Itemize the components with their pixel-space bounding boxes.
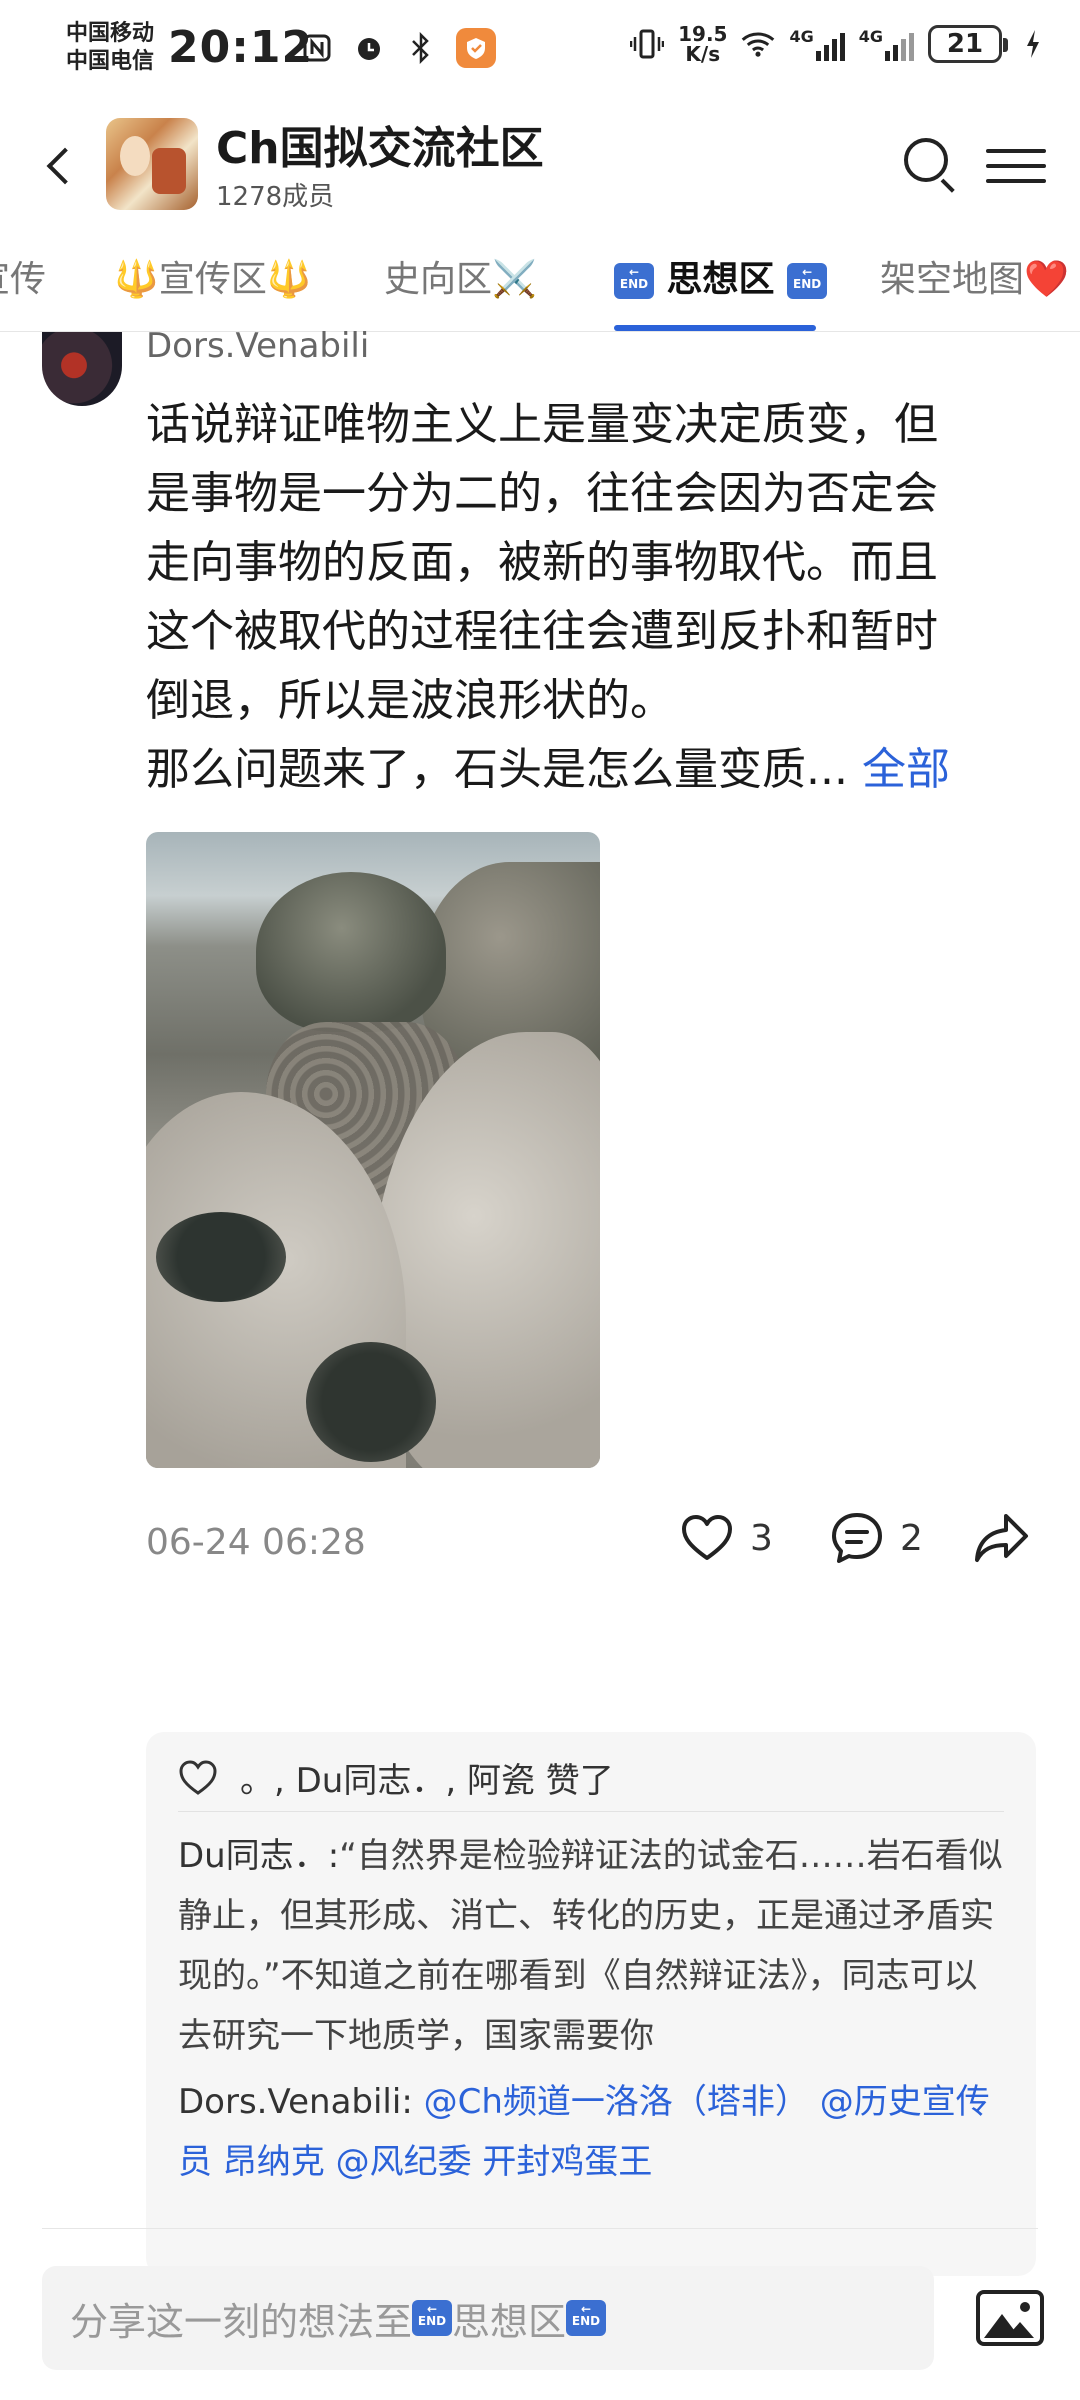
status-icons-left (300, 28, 496, 68)
comment-author[interactable]: Du同志．: (178, 1836, 339, 1876)
post-author[interactable]: Dors.Venabili (146, 326, 369, 366)
post-line: 话说辩证唯物主义上是量变决定质变，但 (146, 399, 938, 450)
comment-author[interactable]: Dors.Venabili: (178, 2082, 413, 2122)
comment-icon (832, 1513, 882, 1563)
post-line: 走向事物的反面，被新的事物取代。而且 (146, 537, 938, 588)
group-member-count: 1278成员 (216, 182, 335, 212)
group-avatar[interactable] (106, 118, 198, 210)
signal-icon (885, 27, 914, 61)
signal-2: 4G (859, 27, 914, 61)
likes-summary[interactable]: 。, Du同志．, 阿瓷 赞了 (178, 1756, 1004, 1812)
heart-icon (179, 1759, 217, 1795)
tab-thought-zone[interactable]: ← END 思想区 ← END (614, 256, 828, 316)
add-image-button[interactable] (976, 2290, 1044, 2346)
vibrate-icon (630, 27, 665, 61)
carrier-2: 中国电信 (66, 49, 155, 74)
alarm-icon (352, 31, 386, 65)
comment-button[interactable]: 2 (830, 1508, 923, 1568)
shield-app-icon (456, 28, 496, 68)
heart-icon (682, 1515, 732, 1560)
compose-input[interactable]: 分享这一刻的想法至 ← END 思想区 ← END (42, 2266, 934, 2370)
back-button[interactable] (30, 136, 90, 196)
post-timestamp: 06-24 06:28 (146, 1522, 366, 1563)
share-icon (975, 1514, 1028, 1562)
status-bar: 中国移动 中国电信 20:12 19.5 K/s 4G 4G 21 (0, 0, 1080, 96)
hamburger-icon (986, 149, 1046, 153)
group-header: Ch国拟交流社区 1278成员 (0, 96, 1080, 236)
comment-count: 2 (900, 1517, 923, 1559)
wifi-icon (741, 27, 775, 61)
network-speed-unit: K/s (685, 42, 721, 66)
tab-promo-partial[interactable]: 宣传 (0, 256, 46, 316)
search-icon (904, 138, 948, 182)
clock: 20:12 (168, 22, 314, 73)
user-avatar[interactable] (42, 332, 122, 406)
status-icons-right: 19.5 K/s 4G 4G 21 (630, 24, 1050, 64)
carrier-1: 中国移动 (66, 21, 155, 46)
like-button[interactable]: 3 (680, 1508, 773, 1568)
channel-tabs: 宣传 🔱宣传区🔱 史向区⚔️ ←END 思想区 ←END 架空地图❤️ (0, 236, 1080, 332)
network-type-1: 4G (789, 27, 814, 46)
share-button[interactable] (974, 1508, 1030, 1568)
post-body[interactable]: 话说辩证唯物主义上是量变决定质变，但 是事物是一分为二的，往往会因为否定会 走向… (146, 390, 1036, 804)
carrier-info: 中国移动 中国电信 (66, 20, 154, 76)
like-count: 3 (750, 1517, 773, 1559)
mention-link[interactable]: @Ch频道一洛洛（塔非） (424, 2082, 809, 2122)
menu-button[interactable] (986, 136, 1046, 196)
post-line: 是事物是一分为二的，往往会因为否定会 (146, 468, 938, 519)
nfc-icon (300, 31, 334, 65)
image-icon (1020, 2302, 1030, 2312)
likes-text: 。, Du同志．, 阿瓷 赞了 (240, 1761, 614, 1801)
comments-panel: 。, Du同志．, 阿瓷 赞了 Du同志．:“自然界是检验辩证法的试金石……岩石… (146, 1732, 1036, 2276)
group-title[interactable]: Ch国拟交流社区 (216, 112, 544, 176)
search-button[interactable] (896, 132, 960, 196)
tab-promo-zone[interactable]: 🔱宣传区🔱 (114, 256, 312, 316)
tab-fictional-maps[interactable]: 架空地图❤️ (880, 256, 1069, 316)
network-speed-value: 19.5 (678, 22, 728, 46)
post-line: 这个被取代的过程往往会遭到反扑和暂时 (146, 606, 938, 657)
charging-icon (1016, 27, 1050, 61)
network-type-2: 4G (858, 27, 883, 46)
signal-icon (815, 27, 845, 61)
network-speed: 19.5 K/s (678, 24, 727, 64)
end-arrow-icon: ← END (614, 263, 654, 299)
end-arrow-icon: ← END (566, 2300, 607, 2336)
signal-1: 4G (789, 27, 845, 61)
comment-item[interactable]: Du同志．:“自然界是检验辩证法的试金石……岩石看似静止，但其形成、消亡、转化的… (178, 1826, 1004, 2066)
back-arrow-icon (46, 147, 84, 185)
post-line-last: 那么问题来了，石头是怎么量变质... 全部 (146, 735, 1036, 804)
post-line: 那么问题来了，石头是怎么量变质... (146, 744, 848, 795)
tab-history-zone[interactable]: 史向区⚔️ (384, 256, 537, 316)
post-image-rocks[interactable] (146, 832, 600, 1468)
expand-full-link[interactable]: 全部 (862, 744, 950, 795)
active-tab-indicator (614, 325, 816, 331)
battery-indicator: 21 (928, 25, 1008, 63)
divider (42, 2228, 1038, 2229)
end-arrow-icon: ← END (787, 263, 828, 299)
mention-link[interactable]: @风纪委 开封鸡蛋王 (336, 2142, 653, 2182)
comment-item[interactable]: Dors.Venabili: @Ch频道一洛洛（塔非） @历史宣传员 昂纳克 @… (178, 2072, 1004, 2192)
bluetooth-icon (404, 31, 438, 65)
end-arrow-icon: ← END (412, 2300, 453, 2336)
compose-placeholder: 分享这一刻的想法至 (70, 2299, 413, 2344)
post-line: 倒退，所以是波浪形状的。 (146, 675, 674, 726)
tab-thought-zone-label: 思想区 (666, 259, 775, 300)
compose-target: 思想区 (452, 2299, 567, 2344)
